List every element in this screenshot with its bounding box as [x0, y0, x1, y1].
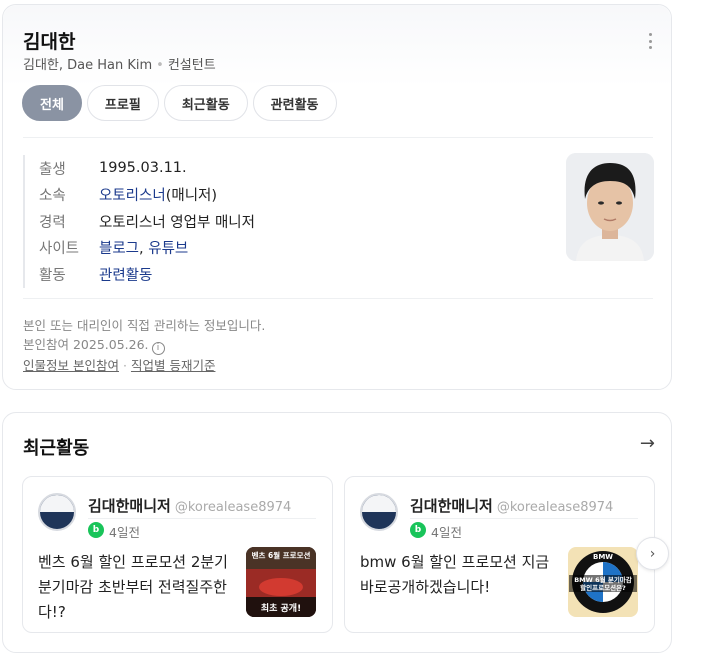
- info-value: 관련활동: [99, 264, 152, 285]
- avatar: [38, 493, 76, 531]
- subtitle-name: 김대한, Dae Han Kim: [23, 58, 153, 73]
- footer-links: 인물정보 본인참여 · 직업별 등재기준: [23, 355, 215, 374]
- info-row-career: 경력 오토리스너 영업부 매니저: [39, 208, 403, 235]
- post-age: 4일전: [431, 525, 462, 540]
- post-thumbnail: 벤츠 6월 프로모션 최초 공개!: [246, 547, 316, 617]
- blog-link[interactable]: 블로그: [99, 241, 139, 257]
- author-name: 김대한매니저: [410, 497, 493, 515]
- post-age: 4일전: [109, 525, 140, 540]
- divider: [23, 137, 653, 138]
- participation-text: 본인참여 2025.05.26.: [23, 337, 149, 352]
- chevron-right-icon[interactable]: ›: [636, 537, 669, 570]
- divider: [88, 518, 316, 519]
- post-author: 김대한매니저 @korealease8974: [410, 495, 613, 516]
- thumb-bottom-text: 최초 공개!: [261, 602, 301, 614]
- affiliation-role: (매니저): [165, 188, 218, 205]
- link-separator: ·: [122, 358, 127, 373]
- profile-card: 김대한 김대한, Dae Han Kim • 컨설턴트 전체 프로필 최근활동 관련…: [2, 4, 672, 390]
- recent-activity-card: 최근활동 → 김대한매니저 @korealease8974 b 4일전 벤츠 6월…: [2, 412, 672, 653]
- info-label: 사이트: [39, 241, 80, 258]
- arrow-right-icon[interactable]: →: [640, 433, 655, 454]
- separator-dot: •: [156, 58, 164, 73]
- blog-icon: b: [410, 522, 426, 538]
- participation-date: 본인참여 2025.05.26. i: [23, 334, 165, 355]
- profile-info-list: 출생 1995.03.11. 소속 오토리스너(매니저) 경력 오토리스너 영업…: [23, 155, 403, 288]
- profile-photo[interactable]: [566, 153, 654, 261]
- youtube-link[interactable]: 유튜브: [148, 241, 188, 257]
- thumb-top-text: 벤츠 6월 프로모션: [252, 550, 311, 560]
- thumb-line1: BMW 6월 분기마감: [574, 575, 632, 584]
- subtitle-job: 컨설턴트: [167, 58, 216, 73]
- profile-header: [3, 5, 671, 87]
- related-activity-link[interactable]: 관련활동: [99, 268, 152, 284]
- activity-post[interactable]: 김대한매니저 @korealease8974 b 4일전 벤츠 6월 할인 프로모…: [22, 476, 333, 633]
- section-title: 최근활동: [23, 438, 90, 459]
- info-row-birth: 출생 1995.03.11.: [39, 155, 403, 182]
- managed-notice: 본인 또는 대리인이 직접 관리하는 정보입니다.: [23, 318, 266, 333]
- tab-recent-activity[interactable]: 최근활동: [163, 85, 248, 121]
- post-text: bmw 6월 할인 프로모션 지금 바로공개하겠습니다!: [360, 553, 550, 596]
- person-name: 김대한: [23, 31, 76, 53]
- info-value: 오토리스너 영업부 매니저: [99, 214, 255, 231]
- listing-criteria-link[interactable]: 직업별 등재기준: [131, 358, 215, 373]
- info-row-site: 사이트 블로그, 유튜브: [39, 235, 403, 262]
- activity-post[interactable]: 김대한매니저 @korealease8974 b 4일전 bmw 6월 할인 프로…: [344, 476, 655, 633]
- info-label: 활동: [39, 267, 66, 284]
- info-label: 출생: [39, 161, 66, 178]
- info-label: 소속: [39, 188, 66, 205]
- link-separator: ,: [139, 241, 144, 258]
- divider: [410, 518, 638, 519]
- post-author: 김대한매니저 @korealease8974: [88, 495, 291, 516]
- post-thumbnail: BMW BMW 6월 분기마감 할인프로모션은?: [568, 547, 638, 617]
- more-vertical-icon[interactable]: [649, 33, 653, 49]
- tab-profile[interactable]: 프로필: [86, 85, 159, 121]
- info-value: 1995.03.11.: [99, 160, 187, 177]
- info-label: 경력: [39, 214, 66, 231]
- info-row-activity: 활동 관련활동: [39, 261, 403, 288]
- post-text: 벤츠 6월 할인 프로모션 2분기 분기마감 초반부터 전력질주한다!?: [38, 553, 228, 621]
- thumb-line2: 할인프로모션은?: [580, 583, 626, 592]
- profile-tabs: 전체 프로필 최근활동 관련활동: [22, 85, 337, 121]
- thumb-logo-text: BMW: [593, 553, 613, 561]
- info-value: 블로그, 유튜브: [99, 237, 188, 258]
- tab-all[interactable]: 전체: [22, 85, 82, 121]
- avatar: [360, 493, 398, 531]
- author-name: 김대한매니저: [88, 497, 171, 515]
- blog-icon: b: [88, 522, 104, 538]
- info-value: 오토리스너(매니저): [99, 184, 217, 205]
- self-participation-link[interactable]: 인물정보 본인참여: [23, 358, 119, 373]
- tab-related-activity[interactable]: 관련활동: [252, 85, 337, 121]
- person-subtitle: 김대한, Dae Han Kim • 컨설턴트: [23, 54, 216, 73]
- author-handle: @korealease8974: [174, 500, 292, 515]
- affiliation-link[interactable]: 오토리스너: [99, 188, 166, 204]
- author-handle: @korealease8974: [496, 500, 614, 515]
- info-icon[interactable]: i: [151, 342, 165, 355]
- divider: [23, 298, 653, 299]
- info-row-affiliation: 소속 오토리스너(매니저): [39, 182, 403, 209]
